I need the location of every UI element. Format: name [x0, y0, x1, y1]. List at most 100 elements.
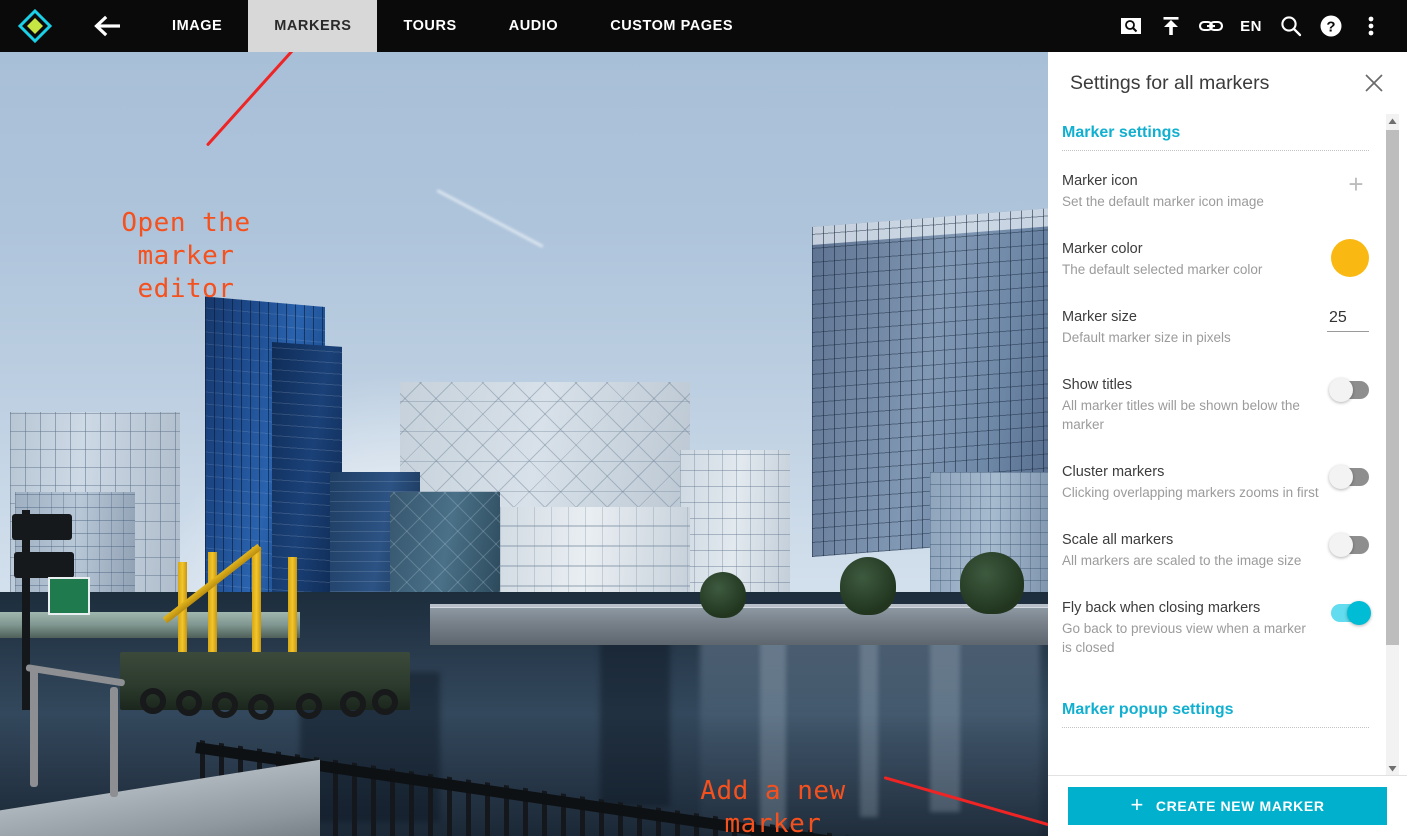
setting-text: Fly back when closing markers Go back to…	[1062, 598, 1331, 657]
nav-tabs: IMAGE MARKERS TOURS AUDIO CUSTOM PAGES	[146, 0, 759, 52]
preview-icon[interactable]	[1111, 0, 1151, 52]
setting-control	[1331, 239, 1369, 277]
barge-tyre	[140, 688, 166, 714]
chevron-down-icon	[1388, 765, 1397, 772]
tab-custom-pages[interactable]: CUSTOM PAGES	[584, 0, 759, 52]
nav-icon-group: EN ?	[1111, 0, 1407, 52]
toggle-knob	[1329, 465, 1353, 489]
setting-row-marker-size[interactable]: Marker size Default marker size in pixel…	[1062, 291, 1369, 359]
marker-color-swatch[interactable]	[1331, 239, 1369, 277]
section-title-marker-popup-settings: Marker popup settings	[1062, 695, 1369, 727]
toggle-knob	[1329, 378, 1353, 402]
setting-row-scale-all-markers[interactable]: Scale all markers All markers are scaled…	[1062, 514, 1369, 582]
marker-size-input[interactable]	[1327, 309, 1369, 332]
green-sign	[48, 577, 90, 615]
magnifier-glyph	[1279, 14, 1303, 38]
lamp-head	[12, 514, 72, 540]
help-icon[interactable]: ?	[1311, 0, 1351, 52]
setting-text: Marker icon Set the default marker icon …	[1062, 171, 1343, 211]
setting-label-marker-size: Marker size	[1062, 307, 1315, 327]
tree	[840, 557, 896, 615]
panorama-viewport[interactable]: Open the marker editor Add a new marker	[0, 52, 1048, 836]
language-selector[interactable]: EN	[1231, 0, 1271, 52]
setting-desc-cluster-markers: Clicking overlapping markers zooms in fi…	[1062, 483, 1319, 502]
scroll-up-arrow[interactable]	[1386, 114, 1399, 128]
setting-desc-marker-color: The default selected marker color	[1062, 260, 1319, 279]
setting-row-show-titles[interactable]: Show titles All marker titles will be sh…	[1062, 359, 1369, 446]
scrollbar-track[interactable]	[1386, 128, 1399, 761]
add-marker-icon-button[interactable]: +	[1343, 171, 1369, 197]
setting-control	[1331, 375, 1369, 401]
setting-desc-show-titles: All marker titles will be shown below th…	[1062, 396, 1319, 434]
tab-tours[interactable]: TOURS	[377, 0, 482, 52]
toggle-show-titles[interactable]	[1331, 381, 1369, 399]
link-icon[interactable]	[1191, 0, 1231, 52]
water-reflection	[930, 622, 960, 812]
setting-label-show-titles: Show titles	[1062, 375, 1319, 395]
setting-control	[1327, 307, 1369, 333]
setting-label-cluster-markers: Cluster markers	[1062, 462, 1319, 482]
upload-icon[interactable]	[1151, 0, 1191, 52]
section-divider	[1062, 727, 1369, 728]
close-icon	[1361, 70, 1387, 96]
toggle-fly-back[interactable]	[1331, 604, 1369, 622]
toggle-cluster-markers[interactable]	[1331, 468, 1369, 486]
lamp-head	[14, 552, 74, 578]
panorama-photo: Open the marker editor Add a new marker	[0, 52, 1048, 836]
tab-audio-label: AUDIO	[509, 18, 558, 34]
barge-tyre	[248, 694, 274, 720]
panel-title: Settings for all markers	[1070, 72, 1361, 95]
setting-label-marker-icon: Marker icon	[1062, 171, 1331, 191]
app-logo[interactable]	[0, 0, 70, 52]
back-button[interactable]	[70, 0, 146, 52]
setting-row-cluster-markers[interactable]: Cluster markers Clicking overlapping mar…	[1062, 446, 1369, 514]
app-root: IMAGE MARKERS TOURS AUDIO CUSTOM PAGES	[0, 0, 1407, 836]
nav-spacer	[759, 0, 1111, 52]
close-panel-button[interactable]	[1361, 70, 1387, 96]
setting-text: Cluster markers Clicking overlapping mar…	[1062, 462, 1331, 502]
setting-desc-fly-back: Go back to previous view when a marker i…	[1062, 619, 1319, 657]
tab-image[interactable]: IMAGE	[146, 0, 248, 52]
tree	[700, 572, 746, 618]
setting-row-marker-color[interactable]: Marker color The default selected marker…	[1062, 223, 1369, 291]
setting-text: Marker size Default marker size in pixel…	[1062, 307, 1327, 347]
setting-row-marker-icon[interactable]: Marker icon Set the default marker icon …	[1062, 155, 1369, 223]
setting-label-fly-back: Fly back when closing markers	[1062, 598, 1319, 618]
create-new-marker-button[interactable]: + CREATE NEW MARKER	[1068, 787, 1387, 825]
boxed-magnifier-glyph	[1120, 15, 1142, 37]
scroll-down-arrow[interactable]	[1386, 761, 1399, 775]
tab-markers[interactable]: MARKERS	[248, 0, 377, 52]
toggle-scale-all-markers[interactable]	[1331, 536, 1369, 554]
setting-desc-scale-all-markers: All markers are scaled to the image size	[1062, 551, 1319, 570]
panel-scrollbar[interactable]	[1386, 114, 1399, 775]
more-options-icon[interactable]	[1351, 0, 1391, 52]
svg-text:?: ?	[1326, 18, 1335, 35]
plus-icon: +	[1130, 794, 1143, 816]
language-label: EN	[1240, 18, 1262, 35]
tab-audio[interactable]: AUDIO	[483, 0, 584, 52]
vertical-dots-glyph	[1368, 15, 1374, 37]
setting-text: Show titles All marker titles will be sh…	[1062, 375, 1331, 434]
section-title-marker-settings: Marker settings	[1062, 118, 1369, 150]
setting-text: Marker color The default selected marker…	[1062, 239, 1331, 279]
question-circle-glyph: ?	[1319, 14, 1343, 38]
search-icon[interactable]	[1271, 0, 1311, 52]
tab-image-label: IMAGE	[172, 18, 222, 34]
barge-tyre	[340, 691, 366, 717]
barge-tyre	[176, 690, 202, 716]
setting-text: Scale all markers All markers are scaled…	[1062, 530, 1331, 570]
setting-control: +	[1343, 171, 1369, 197]
setting-row-fly-back[interactable]: Fly back when closing markers Go back to…	[1062, 582, 1369, 669]
barge-tyre	[212, 692, 238, 718]
upload-arrow-glyph	[1160, 15, 1182, 37]
setting-desc-marker-size: Default marker size in pixels	[1062, 328, 1315, 347]
diamond-logo-icon	[18, 9, 52, 43]
panel-header: Settings for all markers	[1048, 52, 1407, 114]
setting-label-scale-all-markers: Scale all markers	[1062, 530, 1319, 550]
water-reflection	[860, 617, 878, 817]
water-reflection-dark	[600, 627, 670, 807]
scrollbar-thumb[interactable]	[1386, 130, 1399, 645]
tree	[960, 552, 1024, 614]
marker-settings-panel: Settings for all markers Marker settings…	[1048, 52, 1407, 836]
section-divider	[1062, 150, 1369, 151]
